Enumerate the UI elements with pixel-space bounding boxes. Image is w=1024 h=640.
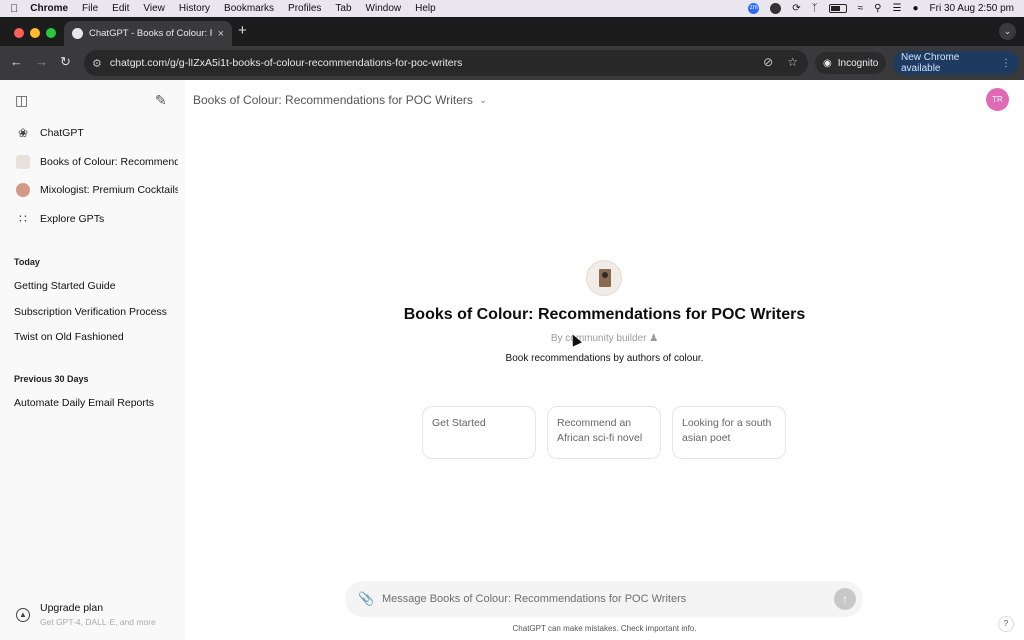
- apple-menu-icon[interactable]: : [10, 3, 18, 15]
- message-composer[interactable]: 📎 Message Books of Colour: Recommendatio…: [345, 581, 863, 617]
- menu-history[interactable]: History: [179, 0, 210, 17]
- close-window-button[interactable]: [14, 28, 24, 38]
- contrast-status-icon[interactable]: [770, 3, 782, 14]
- back-arrow-icon[interactable]: ←: [10, 54, 23, 69]
- main-area: Books of Colour: Recommendations for POC…: [185, 80, 1024, 640]
- battery-icon[interactable]: [828, 4, 847, 13]
- sidebar-item-chatgpt[interactable]: ❀ ChatGPT: [8, 120, 178, 146]
- minimize-window-button[interactable]: [30, 28, 40, 38]
- help-button[interactable]: ?: [998, 616, 1014, 632]
- sidebar-item-label: Explore GPTs: [40, 213, 105, 225]
- header-title: Books of Colour: Recommendations for POC…: [193, 93, 473, 107]
- upgrade-title: Upgrade plan: [40, 602, 104, 614]
- update-label: New Chrome available: [901, 52, 960, 74]
- history-heading-previous: Previous 30 Days: [14, 374, 89, 384]
- sidebar: ◫ ✎ ❀ ChatGPT Books of Colour: Recommend…: [0, 80, 185, 640]
- tab-title: ChatGPT - Books of Colour: R: [89, 28, 212, 39]
- conversation-starter-south-asian-poet[interactable]: Looking for a south asian poet: [672, 406, 786, 459]
- disclaimer-text: ChatGPT can make mistakes. Check importa…: [512, 624, 697, 633]
- new-tab-button[interactable]: +: [238, 22, 247, 39]
- siri-icon[interactable]: ●: [912, 3, 918, 14]
- control-center-icon[interactable]: ☰: [892, 3, 901, 14]
- menu-app-name[interactable]: Chrome: [30, 0, 68, 17]
- conversation-starter-get-started[interactable]: Get Started: [422, 406, 536, 459]
- macos-menubar:  Chrome File Edit View History Bookmark…: [0, 0, 1024, 17]
- gpt-byline: By community builder ♟: [185, 333, 1024, 344]
- menu-view[interactable]: View: [143, 0, 165, 17]
- chevron-down-icon: ⌄: [478, 94, 488, 106]
- sidebar-item-mixologist[interactable]: Mixologist: Premium Cocktails: [8, 177, 178, 203]
- menu-file[interactable]: File: [82, 0, 98, 17]
- gpt-logo-icon: [586, 260, 622, 296]
- history-heading-today: Today: [14, 257, 40, 267]
- site-info-icon[interactable]: ⚙: [92, 57, 102, 70]
- history-item[interactable]: Twist on Old Fashioned: [14, 331, 174, 343]
- browser-tab-chatgpt[interactable]: ChatGPT - Books of Colour: R ×: [64, 21, 232, 46]
- spotlight-search-icon[interactable]: ⚲: [874, 3, 881, 14]
- history-item[interactable]: Subscription Verification Process: [14, 306, 174, 318]
- sidebar-item-label: ChatGPT: [40, 127, 84, 139]
- gpt-title: Books of Colour: Recommendations for POC…: [403, 306, 806, 323]
- books-of-colour-avatar-icon: [16, 155, 30, 169]
- incognito-indicator[interactable]: ◉ Incognito: [815, 52, 887, 74]
- user-avatar[interactable]: TR: [986, 88, 1009, 111]
- maximize-window-button[interactable]: [46, 28, 56, 38]
- attach-paperclip-icon[interactable]: 📎: [358, 591, 374, 607]
- bookmark-star-icon[interactable]: ☆: [787, 55, 798, 69]
- person-icon: ♟: [649, 333, 659, 344]
- menu-help[interactable]: Help: [415, 0, 436, 17]
- status-area: zm ⟳ ᛉ ≈ ⚲ ☰ ● Fri 30 Aug 2:50 pm: [748, 0, 1014, 17]
- upgrade-subtitle: Get GPT-4, DALL·E, and more: [40, 617, 156, 627]
- bluetooth-icon[interactable]: ᛉ: [812, 3, 818, 14]
- openai-favicon-icon: [72, 28, 83, 39]
- sidebar-item-explore-gpts[interactable]: ∷ Explore GPTs: [8, 206, 178, 232]
- menu-tab[interactable]: Tab: [335, 0, 351, 17]
- more-menu-icon[interactable]: ⋮: [1001, 58, 1011, 69]
- menu-window[interactable]: Window: [366, 0, 402, 17]
- history-item[interactable]: Automate Daily Email Reports: [14, 397, 174, 409]
- gpt-description: Book recommendations by authors of colou…: [505, 353, 704, 364]
- menu-edit[interactable]: Edit: [112, 0, 129, 17]
- menu-profiles[interactable]: Profiles: [288, 0, 321, 17]
- sidebar-item-books-of-colour[interactable]: Books of Colour: Recommendations for POC…: [8, 149, 178, 175]
- menu-bookmarks[interactable]: Bookmarks: [224, 0, 274, 17]
- sidebar-item-label: Mixologist: Premium Cocktails: [40, 184, 178, 196]
- incognito-icon: ◉: [823, 57, 832, 69]
- sync-status-icon[interactable]: ⟳: [792, 3, 800, 14]
- mixologist-avatar-icon: [16, 183, 30, 197]
- gpt-model-selector[interactable]: Books of Colour: Recommendations for POC…: [193, 93, 487, 107]
- byline-text: By community builder: [550, 333, 647, 344]
- menubar-clock[interactable]: Fri 30 Aug 2:50 pm: [930, 3, 1015, 14]
- new-chat-edit-icon[interactable]: ✎: [155, 92, 171, 108]
- incognito-label: Incognito: [837, 57, 879, 69]
- wifi-icon[interactable]: ≈: [858, 3, 864, 14]
- address-bar[interactable]: ⚙ chatgpt.com/g/g-lIZxA5i1t-books-of-col…: [84, 50, 808, 76]
- chatgpt-page: ◫ ✎ ❀ ChatGPT Books of Colour: Recommend…: [0, 80, 1024, 640]
- upgrade-plan-button[interactable]: ▲ Upgrade plan Get GPT-4, DALL·E, and mo…: [14, 601, 179, 631]
- browser-toolbar: ← → ↻ ⚙ chatgpt.com/g/g-lIZxA5i1t-books-…: [0, 46, 1024, 80]
- message-input[interactable]: Message Books of Colour: Recommendations…: [382, 593, 834, 605]
- url-text[interactable]: chatgpt.com/g/g-lIZxA5i1t-books-of-colou…: [110, 57, 462, 69]
- sidebar-item-label: Books of Colour: Recommendations for POC…: [40, 156, 178, 168]
- new-chrome-available-button[interactable]: New Chrome available ⋮: [893, 51, 1019, 75]
- history-item[interactable]: Getting Started Guide: [14, 280, 174, 292]
- conversation-starter-african-scifi[interactable]: Recommend an African sci-fi novel: [547, 406, 661, 459]
- tab-strip: ChatGPT - Books of Colour: R × + ⌄: [0, 17, 1024, 46]
- omnibox-icons: ⊘ ☆: [763, 55, 798, 69]
- send-arrow-icon[interactable]: ↑: [834, 588, 856, 610]
- zoom-status-icon[interactable]: zm: [748, 3, 760, 14]
- reload-icon[interactable]: ↻: [60, 54, 71, 70]
- openai-icon: ❀: [17, 126, 29, 140]
- grid-icon: ∷: [19, 212, 27, 226]
- eye-slash-icon[interactable]: ⊘: [763, 55, 773, 69]
- upgrade-icon: ▲: [16, 608, 30, 622]
- tab-search-chevron-icon[interactable]: ⌄: [999, 23, 1016, 40]
- close-tab-icon[interactable]: ×: [218, 28, 224, 40]
- toggle-sidebar-icon[interactable]: ◫: [15, 92, 31, 108]
- forward-arrow-icon[interactable]: →: [35, 54, 48, 69]
